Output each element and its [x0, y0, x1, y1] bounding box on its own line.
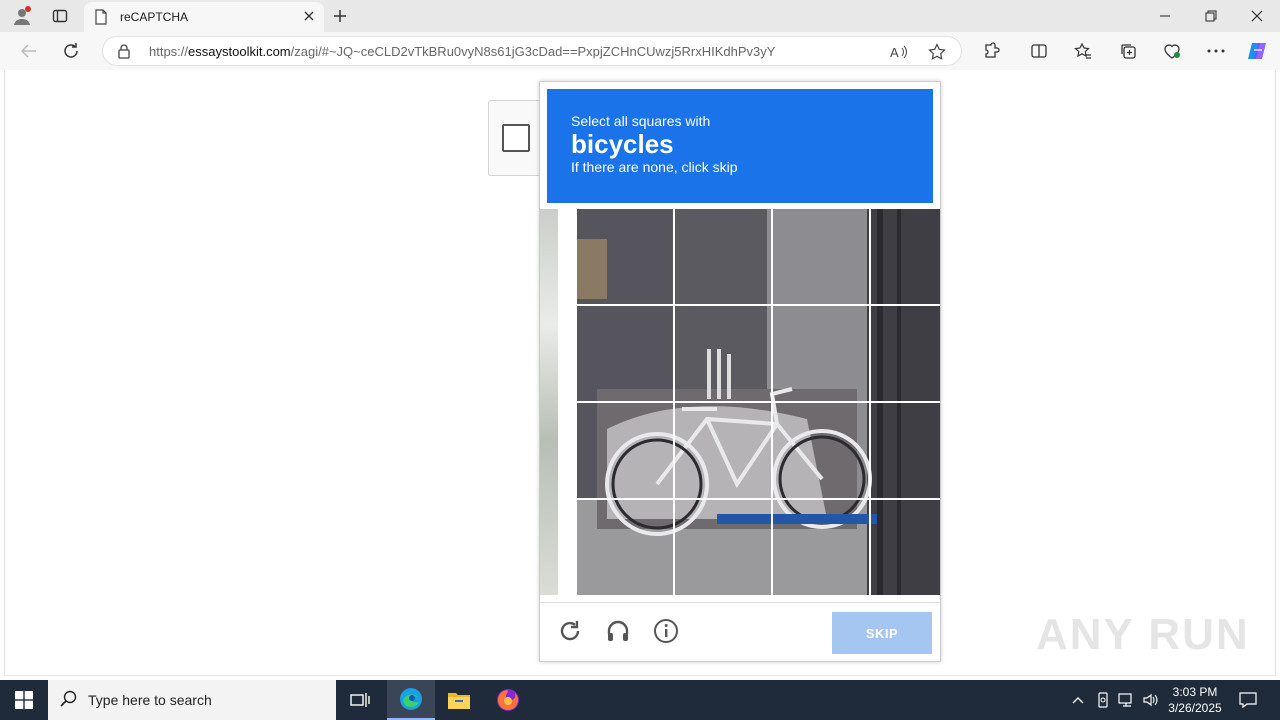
tile-image	[773, 209, 869, 304]
image-grid-area	[540, 209, 940, 595]
image-grid	[577, 209, 940, 595]
image-tile[interactable]	[577, 306, 673, 401]
tile-image	[577, 306, 673, 401]
favorite-star-icon[interactable]	[927, 42, 947, 62]
more-menu-icon[interactable]	[1205, 40, 1227, 62]
url-text[interactable]: https://essaystoolkit.com/zagi/#~JQ~ceCL…	[149, 44, 775, 59]
firefox-icon[interactable]	[484, 680, 532, 720]
image-tile[interactable]	[675, 403, 771, 498]
tile-image	[871, 403, 940, 498]
clock-time: 3:03 PM	[1172, 685, 1218, 699]
tile-image	[675, 209, 771, 304]
image-tile[interactable]	[675, 500, 771, 595]
reload-icon[interactable]	[556, 617, 584, 645]
new-tab-icon[interactable]	[328, 4, 352, 28]
audio-challenge-icon[interactable]	[604, 617, 632, 645]
clock-date: 3/26/2025	[1168, 701, 1222, 715]
start-button[interactable]	[0, 680, 48, 720]
tile-image	[871, 209, 940, 304]
image-tile[interactable]	[577, 403, 673, 498]
edge-taskbar-icon[interactable]	[387, 680, 435, 720]
tray-overflow-icon[interactable]	[1068, 690, 1088, 710]
browser-essentials-icon[interactable]	[1161, 40, 1183, 62]
tile-image	[675, 500, 771, 595]
tile-image	[871, 306, 940, 401]
close-window-icon[interactable]	[1234, 0, 1280, 32]
file-explorer-icon[interactable]	[435, 680, 483, 720]
image-tile[interactable]	[773, 306, 869, 401]
copilot-icon[interactable]	[1246, 40, 1268, 62]
tile-image	[871, 500, 940, 595]
system-clock[interactable]: 3:03 PM 3/26/2025	[1160, 684, 1230, 716]
page-icon	[94, 9, 108, 30]
network-icon[interactable]	[1116, 690, 1136, 710]
volume-icon[interactable]	[1141, 690, 1161, 710]
back-arrow-icon[interactable]	[16, 39, 42, 63]
favorites-icon[interactable]	[1072, 40, 1094, 62]
image-tile[interactable]	[773, 500, 869, 595]
recaptcha-challenge: Select all squares with bicycles If ther…	[539, 81, 941, 662]
svg-text:A: A	[890, 45, 899, 60]
tab-actions-icon[interactable]	[48, 4, 72, 28]
task-view-icon[interactable]	[336, 680, 384, 720]
image-tile[interactable]	[871, 403, 940, 498]
address-bar[interactable]: https://essaystoolkit.com/zagi/#~JQ~ceCL…	[102, 36, 962, 66]
image-edge-strip	[540, 209, 558, 595]
tile-image	[773, 500, 869, 595]
skip-button[interactable]: SKIP	[832, 612, 932, 654]
image-tile[interactable]	[871, 209, 940, 304]
read-aloud-icon[interactable]: A	[889, 42, 909, 62]
windows-logo-icon	[15, 691, 33, 709]
taskbar-search[interactable]: Type here to search	[48, 680, 336, 720]
tile-image	[577, 500, 673, 595]
tab-title: reCAPTCHA	[120, 10, 189, 24]
tile-image	[773, 306, 869, 401]
tile-image	[773, 403, 869, 498]
image-tile[interactable]	[577, 209, 673, 304]
tile-image	[675, 403, 771, 498]
refresh-icon[interactable]	[58, 39, 84, 63]
browser-toolbar: https://essaystoolkit.com/zagi/#~JQ~ceCL…	[0, 32, 1280, 70]
tile-image	[675, 306, 771, 401]
tab-recaptcha[interactable]: reCAPTCHA	[84, 2, 324, 32]
tile-image	[577, 209, 673, 304]
instruction-subtext: If there are none, click skip	[571, 159, 738, 175]
instruction-text: Select all squares with	[571, 113, 711, 129]
device-icon[interactable]	[1093, 690, 1113, 710]
tile-image	[577, 403, 673, 498]
extensions-icon[interactable]	[980, 40, 1002, 62]
info-icon[interactable]	[652, 617, 680, 645]
taskbar: Type here to search 3:03 PM 3/26/2025	[0, 680, 1280, 720]
image-tile[interactable]	[675, 209, 771, 304]
lock-icon[interactable]	[117, 43, 131, 64]
image-tile[interactable]	[577, 500, 673, 595]
search-placeholder: Type here to search	[88, 692, 212, 708]
image-tile[interactable]	[773, 403, 869, 498]
image-tile[interactable]	[871, 306, 940, 401]
collections-icon[interactable]	[1117, 40, 1139, 62]
image-tile[interactable]	[773, 209, 869, 304]
profile-avatar-icon[interactable]	[10, 4, 34, 28]
image-tile[interactable]	[871, 500, 940, 595]
recaptcha-checkbox[interactable]	[502, 124, 530, 152]
search-icon	[60, 690, 78, 713]
target-keyword: bicycles	[571, 129, 674, 159]
watermark-text: ANY RUN	[1036, 610, 1250, 659]
close-tab-icon[interactable]	[302, 9, 316, 28]
minimize-icon[interactable]	[1142, 0, 1188, 32]
image-tile[interactable]	[675, 306, 771, 401]
challenge-header: Select all squares with bicycles If ther…	[547, 89, 933, 203]
challenge-footer: SKIP	[540, 602, 940, 662]
split-screen-icon[interactable]	[1028, 40, 1050, 62]
notifications-icon[interactable]	[1238, 690, 1258, 710]
restore-icon[interactable]	[1188, 0, 1234, 32]
tab-bar: reCAPTCHA	[0, 0, 1280, 32]
